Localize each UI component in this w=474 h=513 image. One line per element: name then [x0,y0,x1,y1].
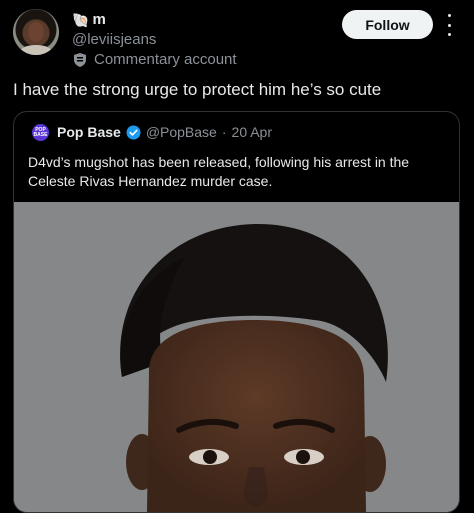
verified-badge-icon [126,124,141,140]
quoted-author-name[interactable]: Pop Base [57,124,121,140]
author-name-row: 🐚 m [72,11,106,28]
quoted-tweet-text: D4vd’s mugshot has been released, follow… [28,153,453,191]
avatar-face [28,22,44,42]
mugshot-image [14,202,459,512]
quoted-author-handle[interactable]: @PopBase [146,124,217,140]
quoted-tweet-header: Pop Base @PopBase · 20 Apr [57,124,272,140]
quoted-tweet-date[interactable]: 20 Apr [232,124,272,140]
more-options-icon[interactable] [445,14,453,36]
quoted-text-line-2: Celeste Rivas Hernandez murder case. [28,173,273,189]
author-name[interactable]: m [92,11,105,28]
header-separator: · [221,124,227,140]
author-avatar[interactable] [13,9,59,55]
avatar-shirt [20,45,52,55]
commentary-badge-label: Commentary account [94,51,237,68]
pop-base-avatar[interactable]: POP BASE [32,124,49,141]
mugshot-photo[interactable] [14,202,459,512]
quoted-tweet[interactable]: POP BASE Pop Base @PopBase · 20 Apr D4vd… [13,111,460,513]
commentary-badge: Commentary account [72,51,237,68]
quoted-text-line-1: D4vd’s mugshot has been released, follow… [28,154,410,170]
follow-button[interactable]: Follow [342,10,433,39]
commentary-shield-icon [74,52,86,67]
tweet-text: I have the strong urge to protect him he… [13,80,382,99]
author-handle[interactable]: @leviisjeans [72,31,156,48]
shell-emoji-icon: 🐚 [72,11,90,28]
